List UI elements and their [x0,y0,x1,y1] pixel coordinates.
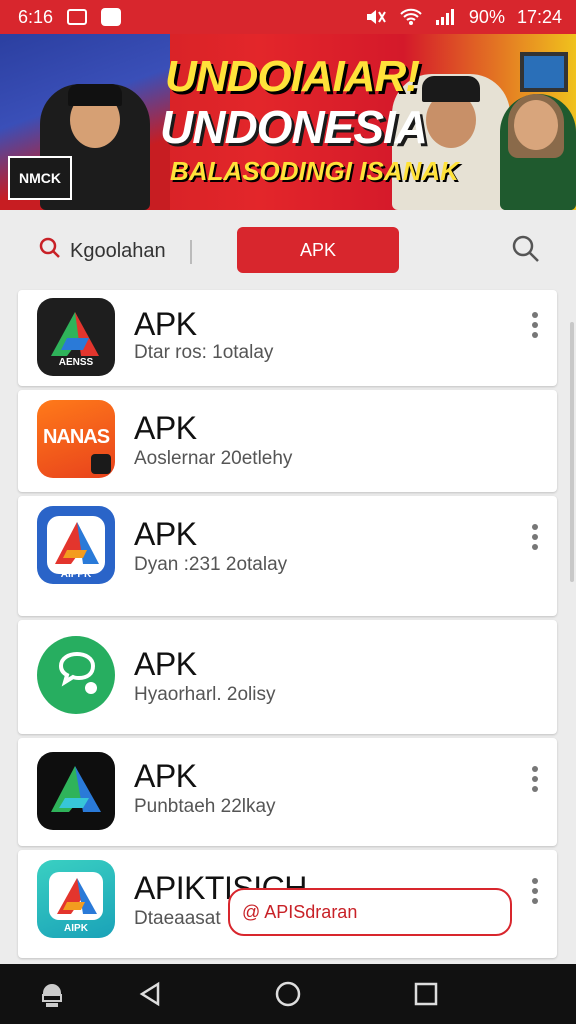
app-icon-label: NANAS [42,426,110,448]
list-item[interactable]: APK Punbtaeh 22lkay [18,738,557,846]
more-options-icon[interactable] [531,312,539,338]
more-options-icon[interactable] [531,766,539,792]
wifi-icon [399,8,423,26]
search-icon [510,235,542,269]
banner-person-right [500,94,576,210]
more-options-icon[interactable] [531,878,539,904]
nav-bar [0,964,576,1024]
recents-button[interactable] [410,978,442,1010]
app-icon [37,636,115,714]
search-button[interactable] [510,233,542,270]
app-icon: AIPPK [37,506,115,584]
signal-icon [435,8,457,26]
home-icon [275,981,301,1007]
app-subtitle: Aoslernar 20etlehy [134,448,293,469]
app-icon-label: AIPK [64,923,88,934]
app-name: APK [134,646,197,682]
app-icon: AENSS [37,298,115,376]
app-name: APK [134,758,197,794]
tab-search[interactable]: Kgoolahan [38,236,166,266]
status-time-left: 6:16 [18,6,54,27]
back-button[interactable] [134,978,166,1010]
battery-text: 90% [468,6,505,27]
mute-icon [365,8,387,26]
status-time: 17:24 [516,6,562,27]
app-subtitle: Punbtaeh 22lkay [134,796,276,817]
tab-divider [190,240,192,264]
app-subtitle: Dyan :231 2otalay [134,554,288,575]
app-name: APK [134,306,197,342]
app-icon-corner-badge [91,454,111,474]
status-bar: 6:16 90% 17:24 [0,0,576,34]
more-options-icon[interactable] [531,524,539,550]
tab-search-label: Kgoolahan [70,239,166,262]
assistant-nav-button[interactable] [36,978,68,1010]
list-item[interactable]: AENSS APK Dtar ros: 1otalay [18,290,557,386]
list-item[interactable]: NANAS APK Aoslernar 20etlehy [18,390,557,492]
app-icon: NANAS [37,400,115,478]
notification-icon [67,9,88,25]
app-list: AENSS APK Dtar ros: 1otalay NANAS APK Ao… [0,288,576,964]
banner-title-line3: BALASODINGI ISANAK [170,156,459,186]
list-item[interactable]: AIPPK APK Dyan :231 2otalay [18,496,557,616]
app-subtitle: Dtaeaasat [134,908,221,929]
app-notification-icon [101,8,122,26]
back-icon [139,981,160,1007]
app-name: APK [134,516,197,552]
banner-title-line2: UNDONESIA [160,101,428,153]
app-name: APK [134,410,197,446]
app-icon [37,752,115,830]
recents-icon [414,982,438,1006]
search-icon [38,236,62,266]
app-icon-label: AIPPK [60,569,92,580]
app-subtitle: Dtar ros: 1otalay [134,342,274,363]
app-subtitle: Hyaorharl. 2olisy [134,684,276,705]
app-icon: AIPK [37,860,115,938]
tab-apk[interactable]: APK [237,227,399,273]
app-icon-label: AENSS [58,357,94,368]
promo-banner[interactable]: NMCK UNDOIAIAR! UNDONESIA BALASODINGI IS… [0,34,576,210]
toast-chip[interactable]: @ APISdraran [228,888,512,936]
home-button[interactable] [272,978,304,1010]
assistant-icon [42,984,62,1007]
banner-badge: NMCK [8,156,72,200]
scrollbar[interactable] [570,322,574,582]
list-item[interactable]: APK Hyaorharl. 2olisy [18,620,557,734]
banner-monitor-graphic [520,52,568,92]
banner-title-line1: UNDOIAIAR! [165,52,420,101]
